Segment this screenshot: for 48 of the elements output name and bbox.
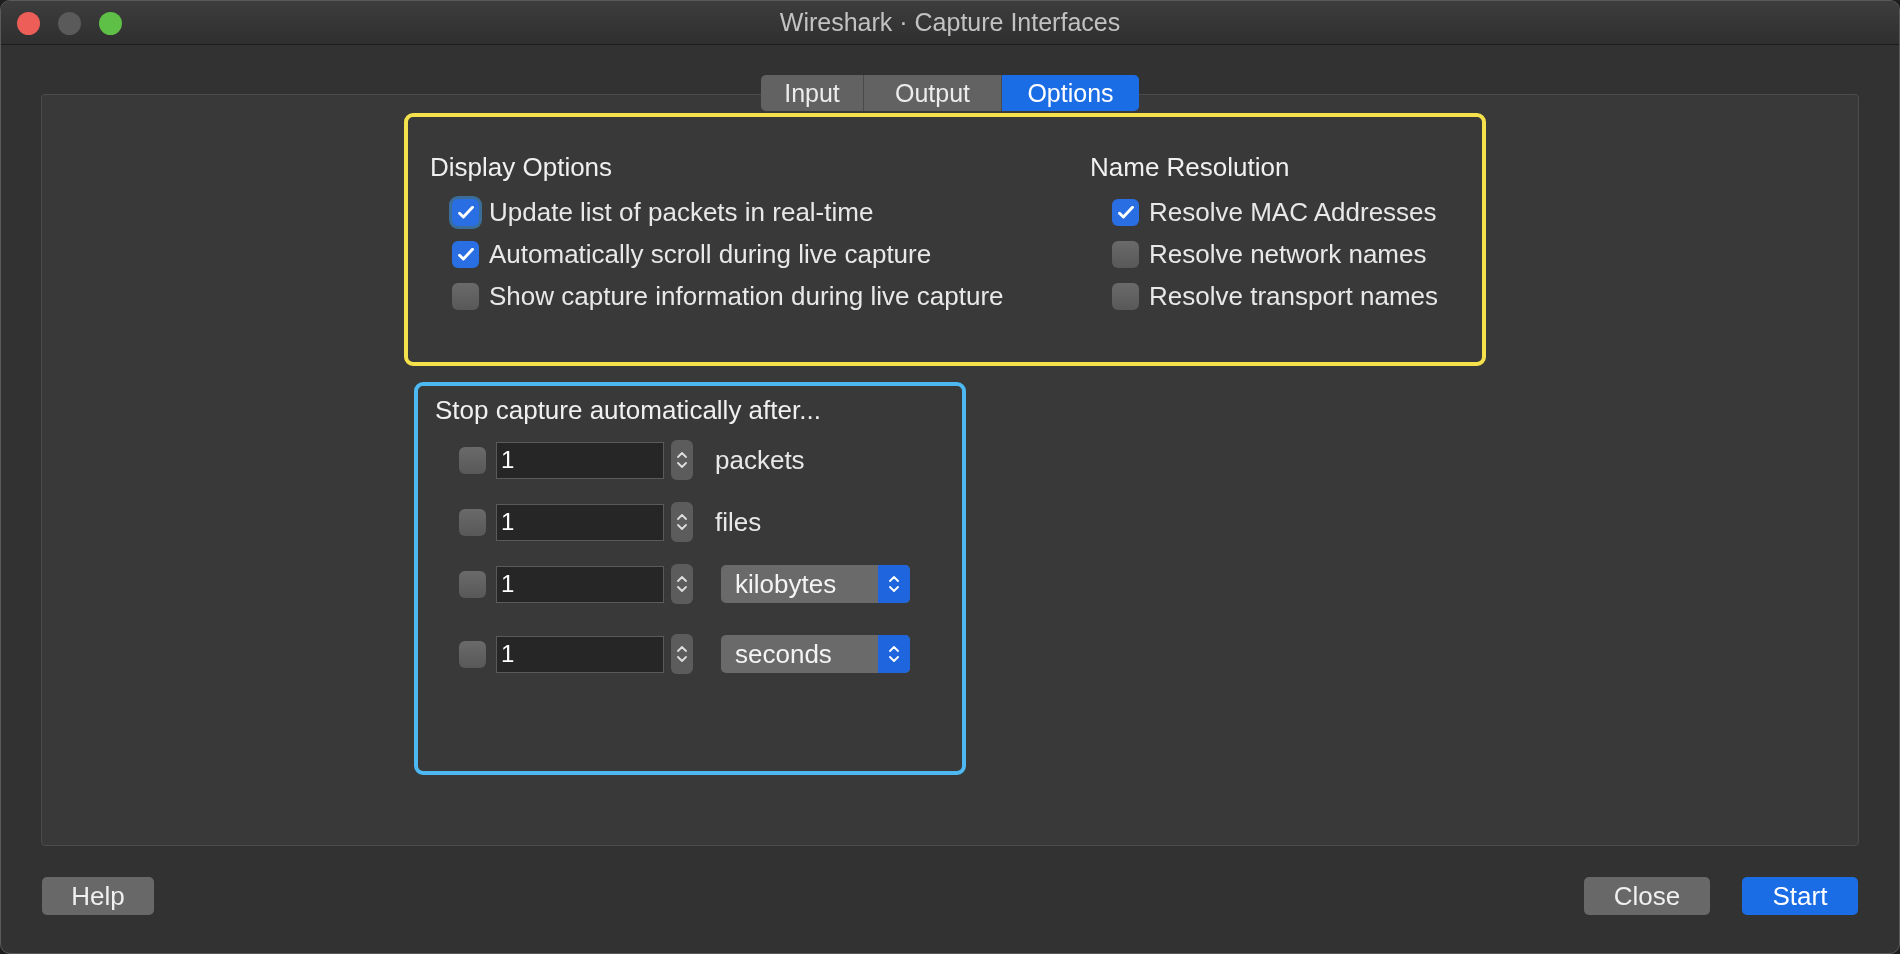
checkbox[interactable] [1112, 240, 1139, 268]
check-icon [457, 247, 474, 261]
section-heading: Stop capture automatically after... [435, 394, 822, 426]
section-heading: Name Resolution [1090, 151, 1291, 183]
checkbox-label: Show capture information during live capture [489, 280, 1004, 312]
stepper-control[interactable] [671, 502, 693, 542]
checkbox-label: Resolve network names [1149, 238, 1427, 270]
tab[interactable]: Options [1002, 75, 1139, 111]
tab[interactable]: Output [864, 75, 1002, 111]
number-field[interactable]: 1 [496, 441, 664, 479]
unit-label: files [715, 506, 762, 538]
stepper-control[interactable] [671, 440, 693, 480]
checkbox-label: Resolve transport names [1149, 280, 1439, 312]
number-field[interactable]: 1 [496, 565, 664, 603]
up-down-chevron-icon [677, 646, 687, 662]
up-down-chevron-icon [677, 452, 687, 468]
checkbox[interactable] [459, 508, 486, 536]
stepper-control[interactable] [671, 634, 693, 674]
unit-dropdown[interactable]: kilobytes [721, 565, 910, 603]
unit-dropdown[interactable]: seconds [721, 635, 910, 673]
dialog-button[interactable]: Close [1584, 877, 1710, 915]
checkbox-label: Automatically scroll during live capture [489, 238, 932, 270]
number-field[interactable]: 1 [496, 503, 664, 541]
window-title: Wireshark · Capture Interfaces [779, 8, 1121, 37]
checkbox[interactable] [459, 446, 486, 474]
checkbox[interactable] [459, 640, 486, 668]
checkbox-label: Resolve MAC Addresses [1149, 196, 1437, 228]
checkbox[interactable] [459, 570, 486, 598]
dialog-button[interactable]: Help [42, 877, 154, 915]
number-field[interactable]: 1 [496, 635, 664, 673]
up-down-chevron-icon [889, 646, 899, 662]
unit-label: packets [715, 444, 805, 476]
close-window-icon[interactable] [17, 12, 40, 35]
checkbox[interactable] [1112, 198, 1139, 226]
start-button[interactable]: Start [1742, 877, 1858, 915]
up-down-chevron-icon [889, 576, 899, 592]
tab[interactable]: Input [761, 75, 864, 111]
section-heading: Display Options [430, 151, 614, 183]
check-icon [1117, 205, 1134, 219]
up-down-chevron-icon [677, 514, 687, 530]
checkbox[interactable] [1112, 282, 1139, 310]
checkbox[interactable] [452, 240, 479, 268]
checkbox-label: Update list of packets in real-time [489, 196, 874, 228]
up-down-chevron-icon [677, 576, 687, 592]
zoom-window-icon[interactable] [99, 12, 122, 35]
check-icon [457, 205, 474, 219]
stepper-control[interactable] [671, 564, 693, 604]
checkbox[interactable] [452, 282, 479, 310]
